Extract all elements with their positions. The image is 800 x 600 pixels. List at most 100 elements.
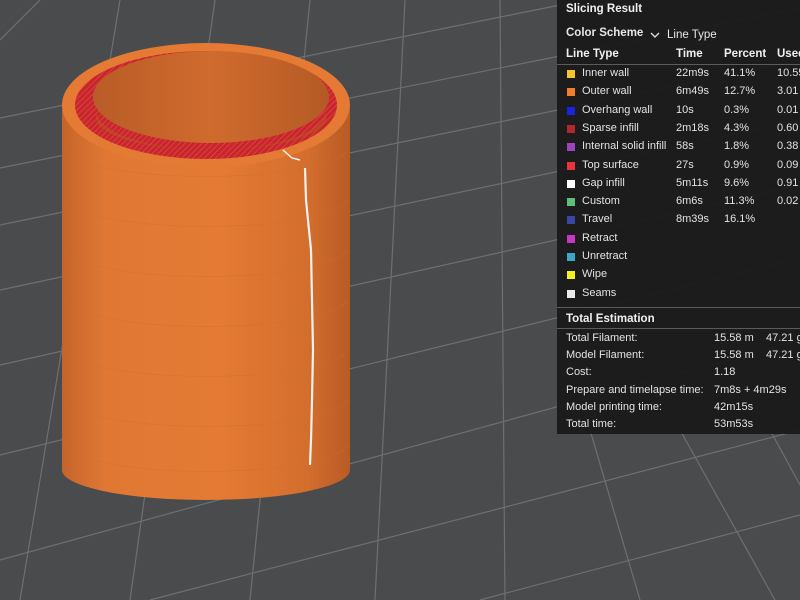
line-type-used: 10.55 [777,67,800,79]
summary-value-secondary: 47.21 g [766,349,800,362]
color-swatch [567,271,575,280]
line-type-percent: 4.3% [724,121,750,134]
color-swatch [567,198,575,207]
summary-value: 42m15s [714,400,754,413]
color-swatch [567,106,575,115]
line-type-name: Unretract [582,250,628,262]
slicing-result-panel: Slicing Result Color Scheme Line Type Li… [557,0,800,434]
line-type-used: 0.60 [777,121,799,134]
color-swatch [567,161,575,170]
line-type-time: 5m11s [676,176,709,189]
line-type-percent: 11.3% [724,195,755,208]
summary-value: 1.18 [714,366,736,379]
line-type-used: 0.09 [777,158,799,171]
line-type-name: Overhang wall [582,103,653,116]
line-type-name: Seams [582,286,617,299]
line-type-percent: 12.7% [724,85,756,98]
line-type-used: 0.38 [777,140,799,153]
line-type-used: 0.91 [777,176,799,189]
cylinder-side-wall [62,110,350,500]
line-type-row-inner-wall[interactable]: Inner wall 22m9s 41.1% 10.55 [557,65,800,83]
summary-label: Cost: [566,366,592,379]
line-type-time: 10s [676,103,694,116]
color-swatch [567,234,575,243]
line-type-row-custom[interactable]: Custom 6m6s 11.3% 0.02 [557,193,800,211]
line-type-row-seams[interactable]: Seams [557,285,800,303]
summary-label: Model Filament: [566,349,645,362]
total-divider [557,328,800,329]
line-type-time: 8m39s [676,213,710,226]
summary-value-secondary: 47.21 g [766,332,800,344]
line-type-time: 2m18s [676,121,710,134]
line-type-row-gap-infill[interactable]: Gap infill 5m11s 9.6% 0.91 [557,175,800,193]
line-type-percent: 0.3% [724,103,750,116]
line-type-name: Internal solid infill [582,140,667,153]
color-swatch [567,216,575,225]
summary-value: 7m8s + 4m29s [714,383,787,396]
summary-row: Total time: 53m53s [557,417,800,434]
section-divider [557,307,800,308]
summary-label: Prepare and timelapse time: [566,383,704,396]
summary-label: Total time: [566,418,617,430]
line-type-name: Inner wall [582,67,630,79]
line-type-time: 22m9s [676,67,710,79]
line-type-used: 0.02 [777,195,799,208]
line-type-used: 3.01 [777,85,799,98]
summary-value: 15.58 m [714,332,754,344]
color-scheme-dropdown[interactable]: Line Type [649,27,800,43]
line-type-name: Outer wall [582,85,632,98]
cylinder-inner-wall [93,51,329,143]
summary-row: Total Filament: 15.58 m 47.21 g [557,331,800,348]
line-type-row-wipe[interactable]: Wipe [557,266,800,284]
line-type-percent: 1.8% [724,140,750,153]
total-estimation-title: Total Estimation [566,313,655,325]
line-type-name: Travel [582,213,613,226]
line-type-name: Sparse infill [582,121,639,134]
summary-row: Cost: 1.18 [557,365,800,382]
column-header-percent: Percent [724,48,767,60]
line-type-name: Custom [582,195,620,208]
color-swatch [567,179,575,188]
line-type-name: Retract [582,231,618,244]
color-swatch [567,124,575,133]
color-scheme-label: Color Scheme [566,27,644,39]
line-type-percent: 0.9% [724,158,750,171]
line-type-row-internal-solid-infill[interactable]: Internal solid infill 58s 1.8% 0.38 [557,138,800,156]
summary-label: Total Filament: [566,332,638,344]
color-swatch [567,253,575,261]
summary-value: 15.58 m [714,349,754,362]
line-type-percent: 41.1% [724,67,756,79]
column-header-line-type: Line Type [566,48,619,60]
line-type-row-outer-wall[interactable]: Outer wall 6m49s 12.7% 3.01 [557,83,800,101]
line-type-used: 0.01 [777,103,799,116]
line-type-time: 6m49s [676,85,710,98]
line-type-row-overhang-wall[interactable]: Overhang wall 10s 0.3% 0.01 [557,102,800,120]
line-type-name: Wipe [582,268,608,281]
line-type-row-retract[interactable]: Retract [557,230,800,248]
panel-title: Slicing Result [566,3,643,15]
printed-cylinder-model[interactable] [62,43,350,500]
line-type-row-unretract[interactable]: Unretract [557,248,800,266]
summary-label: Model printing time: [566,400,662,413]
line-type-table-header: Line Type Time Percent Used [557,46,800,64]
line-type-row-travel[interactable]: Travel 8m39s 16.1% [557,211,800,229]
color-swatch [567,143,575,152]
column-header-used: Used [777,48,800,60]
color-swatch [567,88,575,97]
line-type-time: 6m6s [676,195,703,208]
summary-row: Prepare and timelapse time: 7m8s + 4m29s [557,383,800,400]
line-type-name: Gap infill [582,176,625,189]
summary-value: 53m53s [714,418,754,430]
line-type-row-top-surface[interactable]: Top surface 27s 0.9% 0.09 [557,157,800,175]
summary-row: Model Filament: 15.58 m 47.21 g [557,348,800,365]
line-type-time: 27s [676,158,694,171]
column-header-time: Time [676,48,703,60]
color-swatch [567,289,575,298]
line-type-name: Top surface [582,158,639,171]
chevron-down-icon [650,32,660,38]
line-type-row-sparse-infill[interactable]: Sparse infill 2m18s 4.3% 0.60 [557,120,800,138]
color-scheme-value: Line Type [667,29,717,41]
line-type-percent: 9.6% [724,176,750,189]
line-type-time: 58s [676,140,694,153]
line-type-percent: 16.1% [724,213,756,226]
